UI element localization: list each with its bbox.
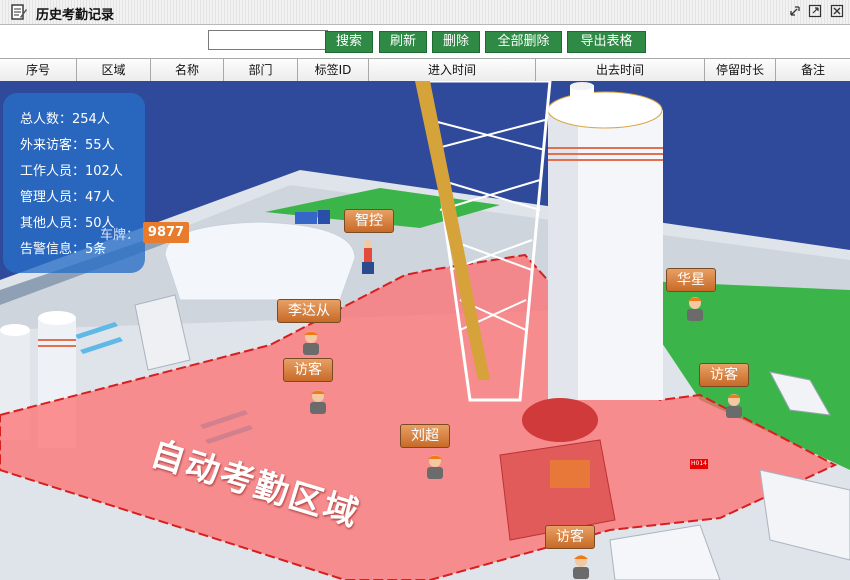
column-header[interactable]: 序号 (0, 59, 77, 81)
delete-all-button[interactable]: 全部删除 (485, 31, 562, 53)
person-tag[interactable]: 访客 (545, 525, 595, 549)
worker-icon[interactable] (566, 551, 596, 580)
person-tag[interactable]: 刘超 (400, 424, 450, 448)
notepad-icon (11, 4, 27, 20)
column-header[interactable]: 区域 (77, 59, 151, 81)
stat-alarms[interactable]: 告警信息：5条 (20, 238, 106, 257)
worker-icon[interactable] (420, 451, 450, 481)
person-tag[interactable]: 李达从 (277, 299, 341, 323)
maximize-icon[interactable] (808, 4, 822, 18)
stat-staff: 工作人员：102人 (20, 164, 123, 179)
close-icon[interactable] (830, 4, 844, 18)
column-header[interactable]: 备注 (776, 59, 850, 81)
worker-icon[interactable] (680, 293, 710, 323)
person-tag[interactable]: 访客 (699, 363, 749, 387)
stat-total: 总人数：254人 (20, 112, 110, 127)
person-tag[interactable]: 访客 (283, 358, 333, 382)
window-title: 历史考勤记录 (36, 8, 115, 23)
refresh-button[interactable]: 刷新 (379, 31, 427, 53)
device-code-badge[interactable]: H014 (690, 459, 708, 469)
plate-number-badge[interactable]: 9877 (143, 222, 189, 243)
column-header[interactable]: 出去时间 (536, 59, 705, 81)
column-header[interactable]: 名称 (151, 59, 224, 81)
plate-label: 车牌： (100, 228, 140, 243)
stat-managers: 管理人员：47人 (20, 190, 115, 205)
worker-icon[interactable] (719, 390, 749, 420)
delete-button[interactable]: 删除 (432, 31, 480, 53)
person-tag[interactable]: 华星 (666, 268, 716, 292)
worker-icon[interactable] (303, 386, 333, 416)
search-input[interactable] (208, 30, 328, 50)
export-table-button[interactable]: 导出表格 (567, 31, 646, 53)
column-header[interactable]: 进入时间 (369, 59, 536, 81)
plant-scene[interactable]: 总人数：254人 外来访客：55人 工作人员：102人 管理人员：47人 其他人… (0, 81, 850, 580)
table-header: 序号 区域 名称 部门 标签ID 进入时间 出去时间 停留时长 备注 (0, 58, 850, 82)
toolbar: 搜索 刷新 删除 全部删除 导出表格 (0, 25, 850, 58)
worker-icon[interactable] (296, 327, 326, 357)
restore-icon[interactable] (788, 4, 802, 18)
title-bar: 历史考勤记录 (0, 0, 850, 25)
column-header[interactable]: 标签ID (298, 59, 369, 81)
statistics-panel: 总人数：254人 外来访客：55人 工作人员：102人 管理人员：47人 其他人… (3, 93, 145, 273)
person-tag[interactable]: 智控 (344, 209, 394, 233)
column-header[interactable]: 部门 (224, 59, 298, 81)
stat-visitors: 外来访客：55人 (20, 138, 115, 153)
search-button[interactable]: 搜索 (325, 31, 373, 53)
column-header[interactable]: 停留时长 (705, 59, 776, 81)
